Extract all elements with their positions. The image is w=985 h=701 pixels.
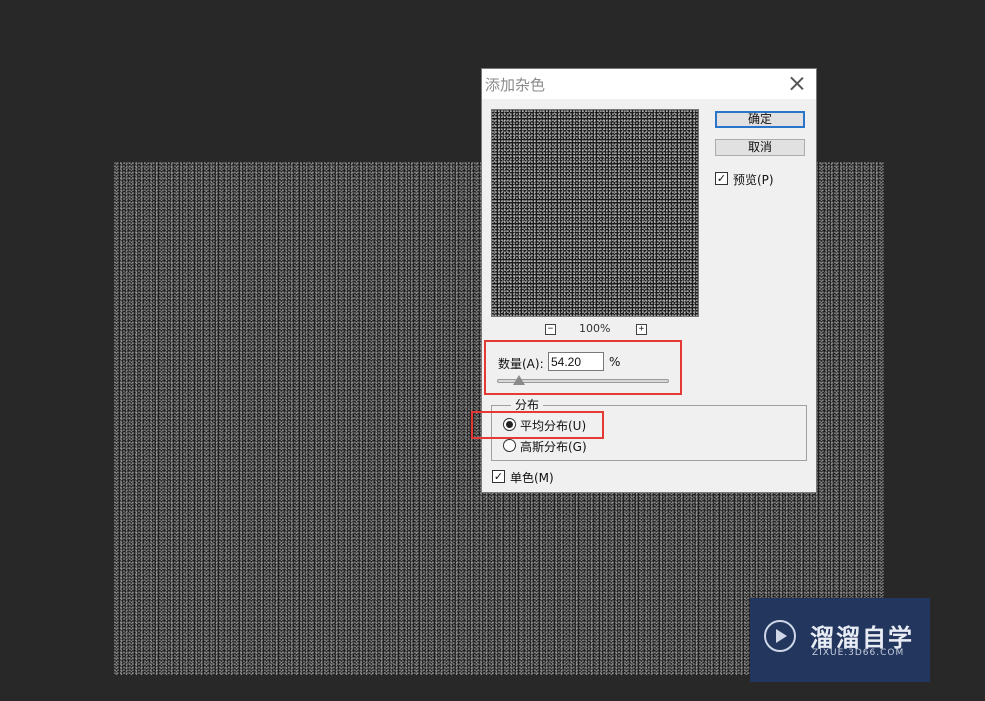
dialog-title: 添加杂色 <box>485 76 546 94</box>
checkmark-icon: ✓ <box>493 470 504 483</box>
monochromatic-checkbox[interactable]: ✓ <box>492 470 505 483</box>
zoom-level: 100% <box>579 322 611 335</box>
preview-image[interactable] <box>491 109 699 317</box>
gaussian-radio[interactable] <box>503 439 516 452</box>
amount-highlight-box <box>484 340 682 395</box>
uniform-highlight-box <box>471 411 604 439</box>
watermark-url: ZIXUE.3D66.COM <box>812 648 905 658</box>
ok-button[interactable]: 确定 <box>715 111 805 128</box>
monochromatic-label: 单色(M) <box>510 471 554 485</box>
zoom-in-icon[interactable]: + <box>636 324 647 335</box>
checkmark-icon: ✓ <box>716 172 727 185</box>
dialog-titlebar[interactable]: 添加杂色 <box>482 69 816 99</box>
watermark: 溜溜自学 ZIXUE.3D66.COM <box>750 598 930 682</box>
zoom-out-icon[interactable]: − <box>545 324 556 335</box>
close-icon[interactable] <box>786 73 808 95</box>
preview-label: 预览(P) <box>733 173 774 187</box>
gaussian-label: 高斯分布(G) <box>520 440 587 454</box>
preview-checkbox[interactable]: ✓ <box>715 172 728 185</box>
play-logo-icon <box>764 620 796 652</box>
cancel-button[interactable]: 取消 <box>715 139 805 156</box>
add-noise-dialog: 添加杂色 − 100% + 确定 取消 ✓ 预览(P) 数量(A): % 分布 … <box>471 68 817 493</box>
